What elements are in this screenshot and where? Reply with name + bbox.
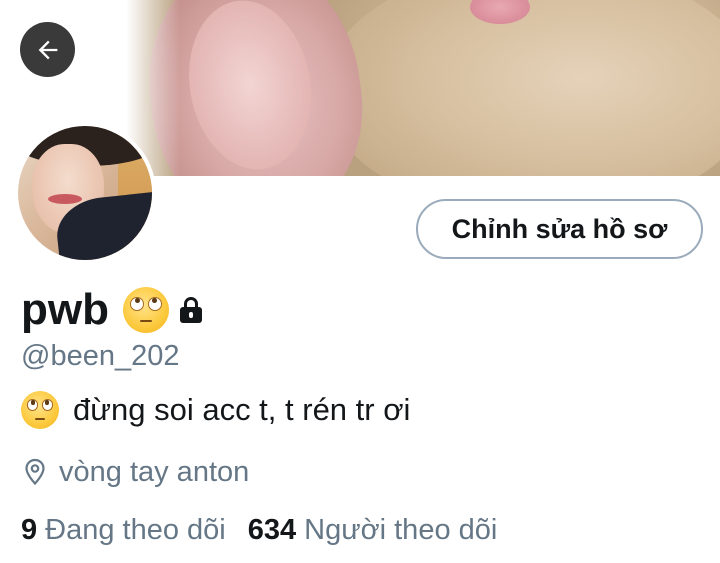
- followers-link[interactable]: 634 Người theo dõi: [248, 514, 498, 547]
- bio: đừng soi acc t, t rén tr ơi: [21, 388, 410, 432]
- bio-text: đừng soi acc t, t rén tr ơi: [73, 392, 411, 427]
- location-text: vòng tay anton: [59, 455, 250, 488]
- display-name: pwb: [21, 285, 109, 334]
- rolling-eyes-emoji-icon: [21, 391, 59, 429]
- followers-label: Người theo dõi: [304, 513, 498, 546]
- followers-count: 634: [247, 513, 297, 546]
- following-label: Đang theo dõi: [45, 513, 226, 546]
- following-link[interactable]: 9 Đang theo dõi: [21, 514, 226, 547]
- back-button[interactable]: [20, 22, 75, 77]
- rolling-eyes-emoji-icon: [122, 287, 169, 333]
- avatar-lips: [48, 194, 82, 204]
- location: vòng tay anton: [23, 452, 249, 492]
- edit-profile-button[interactable]: Chỉnh sửa hồ sơ: [416, 199, 703, 259]
- lock-icon: [179, 296, 203, 324]
- following-count: 9: [21, 513, 38, 546]
- avatar[interactable]: [14, 122, 156, 264]
- name-row: pwb: [21, 282, 203, 338]
- user-handle: @been_202: [21, 340, 180, 372]
- arrow-left-icon: [38, 40, 57, 59]
- follow-stats: 9 Đang theo dõi 634 Người theo dõi: [21, 510, 497, 550]
- avatar-photo: [18, 126, 152, 260]
- profile-page: Chỉnh sửa hồ sơ pwb @been_202 đừng soi a…: [0, 0, 720, 563]
- location-pin-icon: [25, 458, 45, 486]
- banner-fur: [330, 0, 720, 176]
